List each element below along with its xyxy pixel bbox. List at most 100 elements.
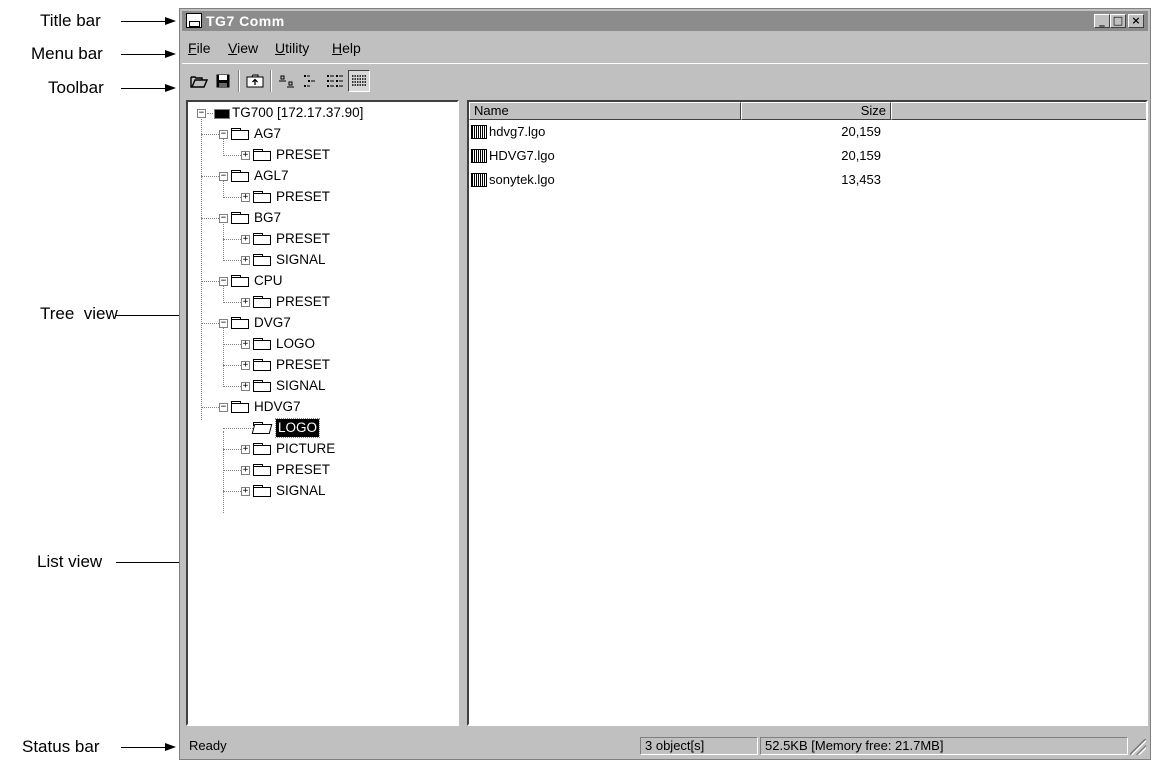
tree-node-label: AG7 bbox=[254, 126, 282, 141]
tree-connector bbox=[207, 113, 213, 114]
device-icon bbox=[214, 109, 230, 119]
minimize-icon[interactable]: _ bbox=[1094, 14, 1110, 28]
list-view[interactable]: Name Size hdvg7.lgo 20,159 HDVG7.lgo 20,… bbox=[467, 100, 1148, 726]
resize-grip-icon[interactable] bbox=[1130, 739, 1146, 755]
tree-child[interactable]: + SIGNAL bbox=[191, 377, 456, 395]
status-object-count: 3 object[s] bbox=[640, 737, 758, 755]
menu-utility[interactable]: Utility bbox=[275, 40, 309, 56]
collapse-icon[interactable]: − bbox=[219, 214, 228, 223]
close-icon[interactable]: × bbox=[1128, 14, 1144, 28]
expand-icon[interactable]: + bbox=[241, 340, 250, 349]
tree-connector bbox=[223, 386, 241, 387]
save-icon[interactable] bbox=[212, 70, 234, 92]
collapse-icon[interactable]: − bbox=[197, 109, 206, 118]
menu-label: elp bbox=[342, 40, 361, 56]
annotation-title-bar: Title bar bbox=[40, 11, 101, 30]
tree-child[interactable]: + PRESET bbox=[191, 461, 456, 479]
tree-connector bbox=[223, 470, 241, 471]
expand-icon[interactable]: + bbox=[241, 466, 250, 475]
tree-child-label: LOGO bbox=[274, 418, 321, 438]
tree-child[interactable]: + SIGNAL bbox=[191, 251, 456, 269]
menu-mnemonic: H bbox=[332, 40, 343, 56]
annotation-list-view: List view bbox=[37, 552, 103, 571]
tree-connector bbox=[223, 344, 241, 345]
file-name: sonytek.lgo bbox=[489, 172, 555, 187]
tree-child[interactable]: + PRESET bbox=[191, 293, 456, 311]
expand-icon[interactable]: + bbox=[241, 361, 250, 370]
tree-node[interactable]: − BG7 bbox=[191, 209, 456, 227]
column-header-name[interactable]: Name bbox=[469, 102, 741, 120]
menu-view[interactable]: View bbox=[228, 40, 258, 56]
column-header-size[interactable]: Size bbox=[741, 102, 891, 120]
tree-root[interactable]: − TG700 [172.17.37.90] bbox=[191, 104, 456, 122]
toolbar-separator bbox=[238, 70, 240, 92]
file-name: HDVG7.lgo bbox=[489, 148, 555, 163]
tree-child-label: PICTURE bbox=[276, 441, 336, 456]
tree-child-label: LOGO bbox=[276, 336, 316, 351]
folder-icon bbox=[253, 149, 271, 161]
tree-child[interactable]: LOGO bbox=[191, 418, 456, 438]
tree-node[interactable]: − CPU bbox=[191, 272, 456, 290]
folder-icon bbox=[253, 296, 271, 308]
expand-icon[interactable]: + bbox=[241, 382, 250, 391]
collapse-icon[interactable]: − bbox=[219, 403, 228, 412]
tree-node[interactable]: − HDVG7 bbox=[191, 398, 456, 416]
tree-child[interactable]: + PRESET bbox=[191, 188, 456, 206]
expand-icon[interactable]: + bbox=[241, 256, 250, 265]
up-folder-icon[interactable] bbox=[244, 70, 266, 92]
tree-node[interactable]: − AG7 bbox=[191, 125, 456, 143]
menu-file[interactable]: File bbox=[188, 40, 211, 56]
folder-icon bbox=[231, 128, 249, 140]
list-item[interactable]: sonytek.lgo 13,453 bbox=[471, 170, 891, 190]
collapse-icon[interactable]: − bbox=[219, 130, 228, 139]
folder-icon bbox=[231, 275, 249, 287]
tree-child[interactable]: + PICTURE bbox=[191, 440, 456, 458]
title-bar[interactable]: TG7 Comm _ □ × bbox=[182, 11, 1148, 31]
file-size: 20,159 bbox=[841, 148, 881, 163]
list-item[interactable]: HDVG7.lgo 20,159 bbox=[471, 146, 891, 166]
expand-icon[interactable]: + bbox=[241, 298, 250, 307]
collapse-icon[interactable]: − bbox=[219, 319, 228, 328]
maximize-icon[interactable]: □ bbox=[1110, 14, 1126, 28]
tree-node[interactable]: − AGL7 bbox=[191, 167, 456, 185]
list-icon[interactable] bbox=[324, 70, 346, 92]
tree-child[interactable]: + SIGNAL bbox=[191, 482, 456, 500]
expand-icon[interactable]: + bbox=[241, 193, 250, 202]
tree-node-label: DVG7 bbox=[254, 315, 291, 330]
expand-icon[interactable]: + bbox=[241, 235, 250, 244]
tree-connector bbox=[201, 407, 219, 408]
tree-child-label: SIGNAL bbox=[276, 252, 326, 267]
file-size: 20,159 bbox=[841, 124, 881, 139]
tree-view[interactable]: − TG700 [172.17.37.90] − AG7 + PRESET − AGL7 +… bbox=[186, 100, 459, 726]
annotation-line bbox=[121, 54, 166, 55]
app-icon[interactable] bbox=[186, 13, 202, 28]
tree-child[interactable]: + PRESET bbox=[191, 356, 456, 374]
tree-connector bbox=[223, 491, 241, 492]
status-memory: 52.5KB [Memory free: 21.7MB] bbox=[760, 737, 1128, 755]
expand-icon[interactable]: + bbox=[241, 487, 250, 496]
menu-help[interactable]: Help bbox=[332, 40, 361, 56]
details-icon[interactable] bbox=[348, 70, 370, 92]
expand-icon[interactable]: + bbox=[241, 151, 250, 160]
open-icon[interactable] bbox=[188, 70, 210, 92]
list-item[interactable]: hdvg7.lgo 20,159 bbox=[471, 122, 891, 142]
annotation-toolbar: Toolbar bbox=[48, 78, 104, 97]
tree-child[interactable]: + LOGO bbox=[191, 335, 456, 353]
menu-label: tility bbox=[285, 40, 310, 56]
tree-connector bbox=[223, 260, 241, 261]
folder-icon bbox=[253, 254, 271, 266]
tree-node-label: AGL7 bbox=[254, 168, 289, 183]
tree-child-label: PRESET bbox=[276, 462, 331, 477]
annotation-menu-bar: Menu bar bbox=[31, 44, 103, 63]
folder-icon bbox=[231, 170, 249, 182]
collapse-icon[interactable]: − bbox=[219, 172, 228, 181]
tree-child[interactable]: + PRESET bbox=[191, 230, 456, 248]
expand-icon[interactable]: + bbox=[241, 445, 250, 454]
tree-child[interactable]: + PRESET bbox=[191, 146, 456, 164]
large-icons-icon[interactable] bbox=[276, 70, 298, 92]
tree-node[interactable]: − DVG7 bbox=[191, 314, 456, 332]
folder-icon bbox=[253, 359, 271, 371]
open-folder-icon bbox=[251, 422, 273, 434]
collapse-icon[interactable]: − bbox=[219, 277, 228, 286]
small-icons-icon[interactable] bbox=[300, 70, 322, 92]
